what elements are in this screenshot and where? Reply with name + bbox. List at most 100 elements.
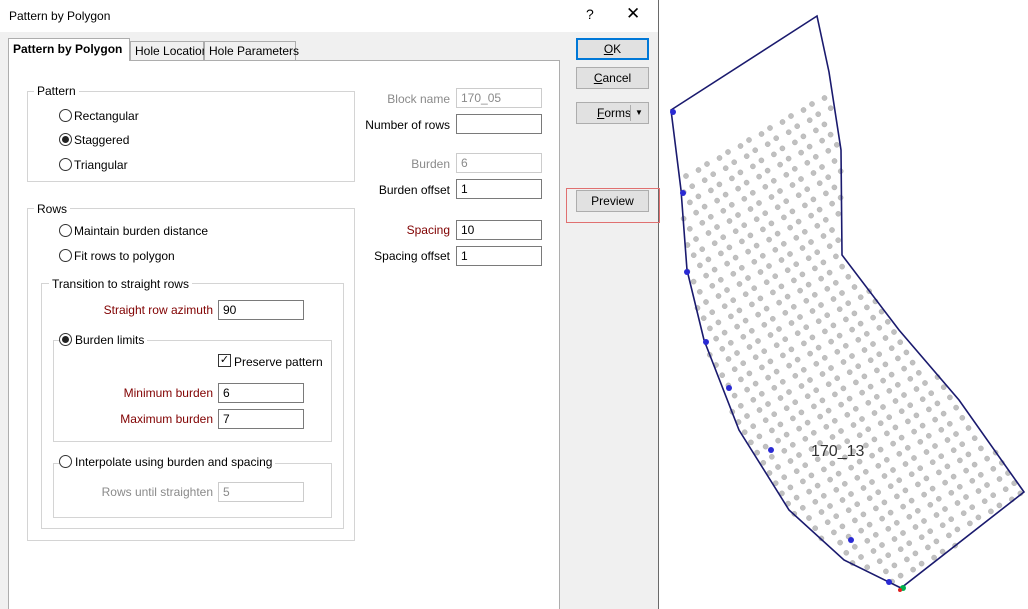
ok-button[interactable]: OK (576, 38, 649, 60)
spacing-offset-input[interactable]: 1 (456, 246, 542, 266)
drill-hole (881, 473, 888, 479)
drill-hole (744, 413, 750, 419)
drill-hole (800, 133, 807, 140)
drill-hole (804, 186, 810, 192)
drill-hole (819, 397, 826, 404)
drill-hole (907, 402, 913, 409)
drill-hole (711, 266, 718, 273)
drill-hole (779, 145, 786, 152)
burden-offset-input[interactable]: 1 (456, 179, 542, 199)
triangular-radio[interactable] (59, 158, 72, 171)
drill-hole (944, 463, 951, 470)
close-icon[interactable]: ✕ (626, 4, 640, 24)
interpolate-radio[interactable] (59, 455, 72, 468)
drill-hole (809, 334, 816, 341)
drill-hole (796, 452, 802, 458)
drill-hole (869, 479, 875, 485)
staggered-radio[interactable] (59, 133, 72, 146)
minimum-burden-input[interactable]: 6 (218, 383, 304, 403)
drill-hole (711, 240, 718, 246)
drill-hole (912, 524, 919, 530)
drill-hole (969, 477, 976, 484)
drill-hole (824, 312, 830, 319)
drill-hole (771, 411, 777, 418)
drill-hole (915, 369, 922, 376)
drill-hole (828, 338, 834, 345)
maximum-burden-input[interactable]: 7 (218, 409, 304, 429)
tab-hole-location[interactable]: Hole Location (130, 41, 208, 60)
drill-hole (689, 183, 696, 189)
drill-hole (839, 290, 845, 296)
drill-hole (809, 308, 816, 314)
drill-hole (882, 361, 889, 368)
drill-hole (826, 269, 833, 276)
drill-hole (825, 174, 831, 180)
drill-hole (792, 372, 799, 379)
drill-hole (927, 528, 934, 535)
rows-until-straighten-label: Rows until straighten (101, 485, 213, 499)
drill-hole (695, 167, 702, 173)
drill-hole (1002, 486, 1009, 493)
drill-hole (794, 330, 801, 337)
drill-hole (818, 275, 824, 282)
drill-hole (785, 155, 792, 162)
drill-hole (911, 428, 917, 435)
drill-hole (845, 273, 852, 280)
preserve-pattern-checkbox[interactable]: ✓ (218, 354, 231, 367)
drill-hole (844, 411, 851, 418)
drill-hole (923, 475, 930, 482)
drill-hole (686, 225, 693, 232)
spacing-input[interactable]: 10 (456, 220, 542, 240)
drill-hole (722, 191, 729, 198)
drill-hole (746, 370, 753, 377)
tab-hole-parameters[interactable]: Hole Parameters (204, 41, 299, 60)
edge-vertex (684, 269, 690, 275)
maximum-burden-label: Maximum burden (120, 412, 213, 426)
drill-hole (705, 230, 712, 236)
forms-button[interactable]: Forms ▼ (576, 102, 649, 124)
help-icon[interactable]: ? (586, 6, 594, 22)
drill-hole (726, 218, 733, 224)
drill-hole (829, 434, 836, 440)
drill-hole (843, 550, 850, 556)
drill-hole (838, 401, 844, 408)
drill-hole (905, 418, 911, 425)
rows-until-straighten-input[interactable]: 5 (218, 482, 304, 502)
drill-hole (795, 218, 802, 225)
block-name-input[interactable]: 170_05 (456, 88, 542, 108)
drill-hole (757, 269, 764, 275)
drill-hole (830, 322, 837, 329)
drill-hole (791, 165, 798, 172)
drill-hole (853, 379, 859, 386)
drill-hole (896, 450, 903, 457)
drill-hole (697, 262, 703, 269)
drill-hole (778, 283, 785, 290)
number-of-rows-input[interactable] (456, 114, 542, 134)
drill-hole (888, 371, 895, 378)
drill-hole (693, 236, 699, 242)
drill-hole (708, 187, 714, 194)
azimuth-input[interactable]: 90 (218, 300, 304, 320)
preview-button[interactable]: Preview (576, 190, 649, 212)
burden-input[interactable]: 6 (456, 153, 542, 173)
number-of-rows-label: Number of rows (365, 118, 450, 132)
drill-hole (701, 203, 708, 210)
rectangular-radio[interactable] (59, 109, 72, 122)
drill-hole (815, 344, 822, 351)
drill-hole (789, 441, 796, 448)
tab-pattern-by-polygon[interactable]: Pattern by Polygon (8, 38, 130, 61)
drill-hole (820, 233, 827, 239)
drill-hole (700, 315, 707, 322)
maintain-burden-radio[interactable] (59, 224, 72, 237)
drill-hole (715, 319, 722, 326)
drill-hole (798, 409, 805, 416)
drill-hole (750, 423, 756, 430)
dropdown-arrow-icon[interactable]: ▼ (635, 103, 643, 123)
drill-hole (954, 526, 961, 533)
cancel-button[interactable]: Cancel (576, 67, 649, 89)
drill-hole (818, 509, 825, 515)
burden-limits-radio[interactable] (59, 333, 72, 346)
drill-hole (799, 245, 806, 251)
fit-rows-radio[interactable] (59, 249, 72, 262)
drill-hole (748, 439, 754, 446)
